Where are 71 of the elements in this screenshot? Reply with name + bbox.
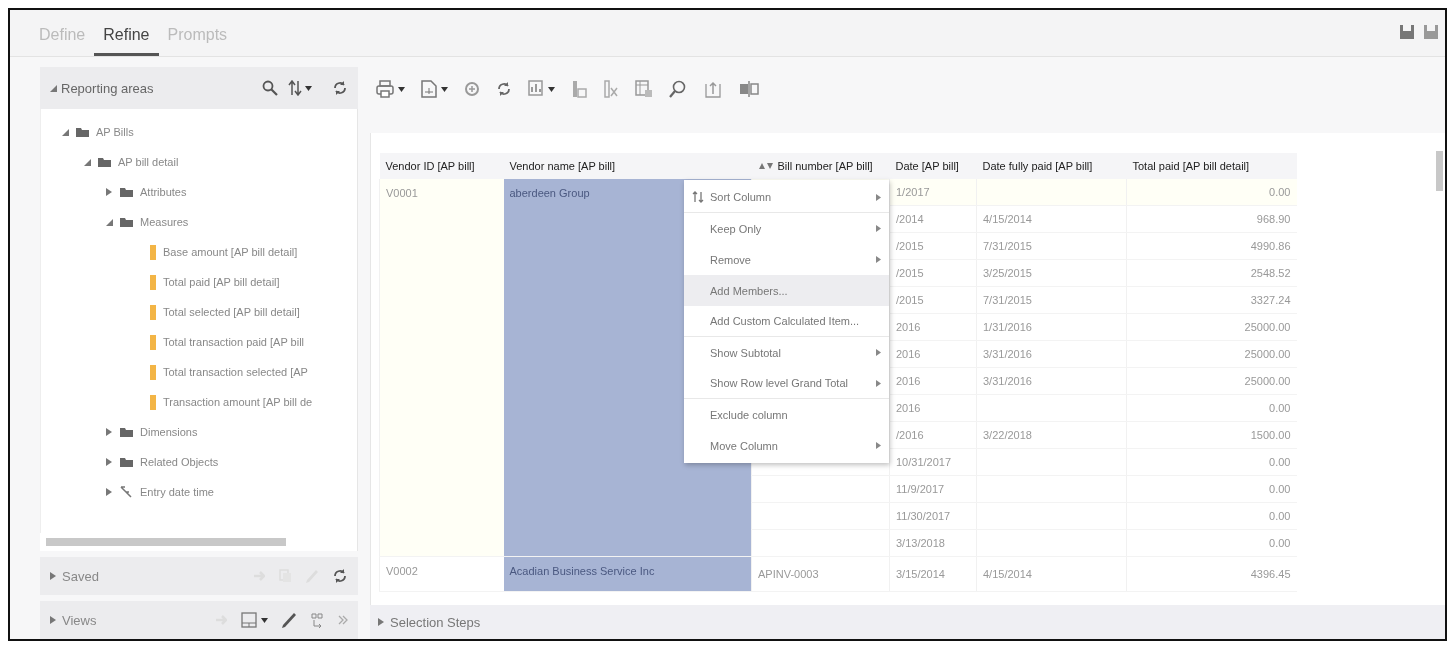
table-cell: 0.00 [1269,510,1291,522]
menu-item[interactable]: Sort Column [684,182,889,213]
tree-item[interactable]: Measures [140,216,189,228]
section-header[interactable]: Saved [62,568,99,584]
panel-title: Reporting areas [61,80,154,96]
tree-item[interactable]: AP bill detail [118,156,179,168]
menu-item[interactable]: Add Custom Calculated Item... [684,306,889,337]
tab[interactable]: Refine [94,18,159,56]
column-header[interactable]: Date [AP bill] [889,153,977,179]
table-cell: /2014 [896,213,924,225]
table-cell: 25000.00 [1244,375,1291,387]
table-cell: 25000.00 [1244,348,1291,360]
table-cell: /2015 [896,294,924,306]
tree-item[interactable]: Total transaction paid [AP bill [163,336,305,348]
table-cell: 0.00 [1269,402,1291,414]
table-cell: 10/31/2017 [896,456,952,468]
column-header[interactable]: Vendor ID [AP bill] [379,153,504,179]
table-cell: 3/15/2014 [896,568,945,580]
table-cell: 1500.00 [1250,429,1291,441]
tree-item[interactable]: Total selected [AP bill detail] [163,306,300,318]
column-header[interactable]: Vendor name [AP bill] [503,153,752,179]
tree-item[interactable]: Total transaction selected [AP [163,366,308,378]
table-cell: 3/13/2018 [896,537,945,549]
table-cell: 11/30/2017 [896,510,951,522]
table-cell: /2015 [896,240,924,252]
table-cell: 3/31/2016 [983,375,1032,387]
table-cell: 2016 [896,348,921,360]
table-cell: 2016 [896,375,921,387]
table-cell: APINV-0003 [758,568,819,580]
tree-item[interactable]: Entry date time [140,486,214,498]
table-cell: V0001 [379,179,504,557]
table-cell: 1/2017 [896,186,930,198]
tree-item[interactable]: Related Objects [140,456,219,468]
table-cell: 7/31/2015 [983,240,1032,252]
tree-item[interactable]: AP Bills [96,126,134,138]
table-cell: 4396.45 [1250,568,1291,580]
column-header[interactable]: Date fully paid [AP bill] [976,153,1127,179]
table-cell: V0002 [379,556,504,592]
table-cell: /2015 [896,267,924,279]
table-cell: /2016 [896,429,924,441]
table-cell: 968.90 [1256,213,1291,225]
table-cell: 1/31/2016 [983,321,1032,333]
table-cell: 4990.86 [1250,240,1291,252]
table-cell: 0.00 [1269,537,1291,549]
table-cell: 0.00 [1269,483,1291,495]
section-header[interactable]: Selection Steps [390,614,481,630]
table-cell: 25000.00 [1244,321,1291,333]
table-cell: 0.00 [1269,186,1291,198]
table-cell: 2016 [896,321,921,333]
tree-item[interactable]: Transaction amount [AP bill de [163,396,313,408]
table-cell: 3327.24 [1250,294,1291,306]
column-header[interactable]: Bill number [AP bill] [751,153,890,179]
tree-item[interactable]: Base amount [AP bill detail] [163,246,298,258]
table-cell: 3/22/2018 [983,429,1032,441]
table-cell: 11/9/2017 [896,483,945,495]
tree-item[interactable]: Attributes [140,186,187,198]
section-header[interactable]: Views [62,612,97,628]
table-cell: 4/15/2014 [983,568,1032,580]
table-cell: 2548.52 [1250,267,1291,279]
table-cell: 2016 [896,402,921,414]
table-cell: 0.00 [1269,456,1291,468]
table-cell: Acadian Business Service Inc [503,556,752,592]
menu-item[interactable]: Add Members... [684,275,889,306]
tree-item[interactable]: Dimensions [140,426,198,438]
table-cell: 7/31/2015 [983,294,1032,306]
table-cell: 3/25/2015 [983,267,1032,279]
tree-item[interactable]: Total paid [AP bill detail] [163,276,280,288]
column-header[interactable]: Total paid [AP bill detail] [1126,153,1297,179]
table-cell: 3/31/2016 [983,348,1032,360]
table-cell: 4/15/2014 [983,213,1032,225]
menu-item[interactable]: Show Row level Grand Total [684,368,889,399]
